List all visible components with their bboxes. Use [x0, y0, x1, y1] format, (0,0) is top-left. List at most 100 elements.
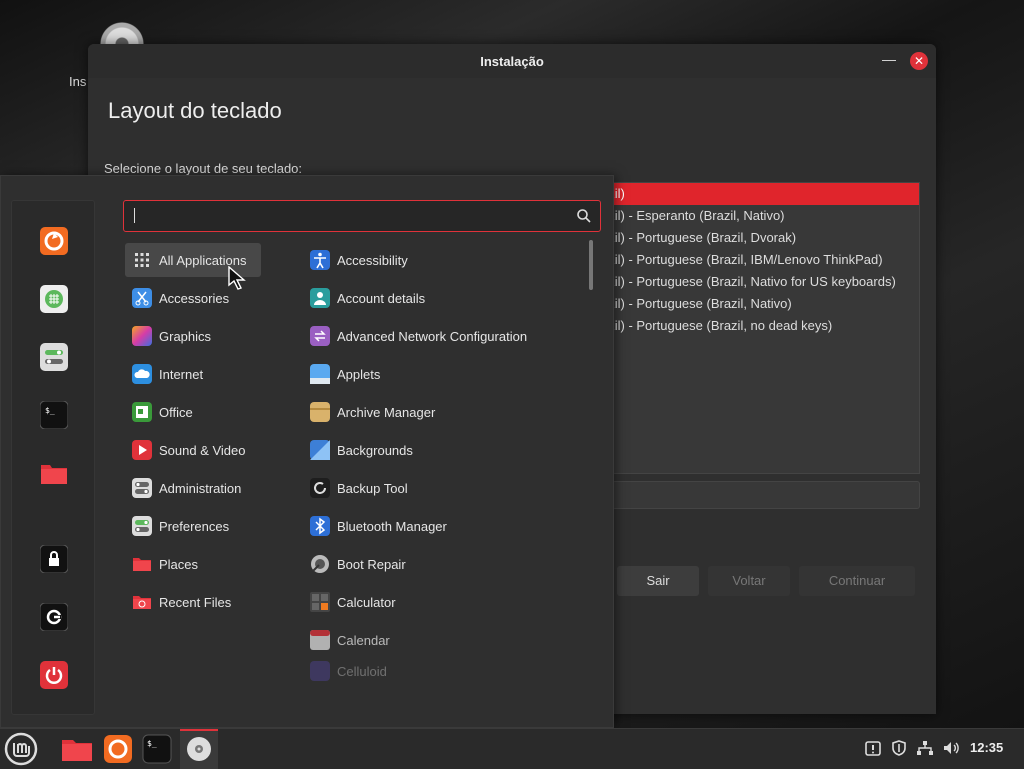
app-calculator[interactable]: Calculator: [303, 585, 396, 619]
category-label: Internet: [159, 366, 204, 382]
back-button[interactable]: Voltar: [708, 566, 790, 596]
calculator-icon: [310, 592, 330, 612]
app-applets[interactable]: Applets: [303, 357, 380, 391]
keyboard-test-input[interactable]: [588, 481, 920, 509]
terminal-icon[interactable]: $_: [140, 732, 174, 766]
page-title: Layout do teclado: [108, 98, 282, 123]
category-label: Graphics: [159, 328, 212, 344]
scrollbar[interactable]: [589, 240, 593, 290]
category-label: Office: [159, 404, 193, 420]
shield-icon[interactable]: [890, 739, 908, 757]
clock[interactable]: 12:35: [970, 740, 1003, 755]
app-bluetooth-manager[interactable]: Bluetooth Manager: [303, 509, 447, 543]
category-administration[interactable]: Administration: [125, 471, 261, 505]
lock-icon[interactable]: [40, 545, 68, 573]
calendar-icon: [310, 630, 330, 650]
settings-icon[interactable]: [40, 343, 68, 371]
mint-menu-icon[interactable]: [4, 732, 38, 766]
category-label: Accessories: [159, 290, 230, 306]
app-celluloid[interactable]: Celluloid: [303, 661, 387, 681]
update-icon[interactable]: [864, 739, 882, 757]
minimize-icon[interactable]: —: [882, 51, 896, 67]
celluloid-icon: [310, 661, 330, 681]
category-internet[interactable]: Internet: [125, 357, 261, 391]
app-label: Calculator: [337, 594, 396, 610]
terminal-icon[interactable]: $_: [40, 401, 68, 429]
logout-icon[interactable]: [40, 603, 68, 631]
folder-icon: [132, 554, 152, 574]
layout-item[interactable]: azil): [589, 183, 919, 205]
document-icon: [132, 402, 152, 422]
installer-disc-icon[interactable]: [182, 732, 216, 766]
continue-button[interactable]: Continuar: [799, 566, 915, 596]
app-backup-tool[interactable]: Backup Tool: [303, 471, 408, 505]
power-icon[interactable]: [40, 661, 68, 689]
favorites-sidebar: $_: [11, 200, 95, 715]
app-label: Applets: [337, 366, 381, 382]
firefox-icon[interactable]: [40, 227, 68, 255]
bluetooth-icon: [310, 516, 330, 536]
layout-item[interactable]: azil) - Portuguese (Brazil, Dvorak): [589, 227, 919, 249]
category-label: Recent Files: [159, 594, 232, 610]
recent-folder-icon: [132, 592, 152, 612]
close-icon[interactable]: ✕: [910, 52, 928, 70]
category-office[interactable]: Office: [125, 395, 261, 429]
taskbar: $_ 12:35: [0, 728, 1024, 769]
category-places[interactable]: Places: [125, 547, 261, 581]
firefox-icon[interactable]: [101, 732, 135, 766]
layout-item[interactable]: azil) - Esperanto (Brazil, Nativo): [589, 205, 919, 227]
layout-item[interactable]: azil) - Portuguese (Brazil, IBM/Lenovo T…: [589, 249, 919, 271]
search-icon: [577, 209, 591, 223]
category-sound-video[interactable]: Sound & Video: [125, 433, 261, 467]
app-label: Calendar: [337, 632, 390, 648]
svg-text:$_: $_: [45, 406, 55, 415]
desktop-icon-label[interactable]: Ins: [69, 74, 86, 89]
app-account-details[interactable]: Account details: [303, 281, 425, 315]
app-label: Archive Manager: [337, 404, 436, 420]
backup-icon: [310, 478, 330, 498]
category-label: Administration: [159, 480, 242, 496]
app-calendar[interactable]: Calendar: [303, 623, 390, 657]
cloud-icon: [132, 364, 152, 384]
category-graphics[interactable]: Graphics: [125, 319, 261, 353]
accessibility-icon: [310, 250, 330, 270]
scissors-icon: [132, 288, 152, 308]
app-boot-repair[interactable]: Boot Repair: [303, 547, 406, 581]
search-input[interactable]: [132, 205, 576, 227]
files-icon[interactable]: [40, 459, 68, 487]
archive-icon: [310, 402, 330, 422]
network-icon[interactable]: [916, 739, 934, 757]
window-title: Instalação: [480, 54, 544, 69]
keyboard-layout-list[interactable]: azil) azil) - Esperanto (Brazil, Nativo)…: [588, 182, 920, 474]
app-label: Accessibility: [337, 252, 408, 268]
app-backgrounds[interactable]: Backgrounds: [303, 433, 413, 467]
category-preferences[interactable]: Preferences: [125, 509, 261, 543]
app-label: Advanced Network Configuration: [337, 328, 528, 344]
app-label: Backgrounds: [337, 442, 413, 458]
category-recent-files[interactable]: Recent Files: [125, 585, 261, 619]
quit-button[interactable]: Sair: [617, 566, 699, 596]
mouse-cursor-icon: [228, 266, 246, 290]
application-menu: $_ All Applications Accessories Graphics: [0, 175, 614, 728]
app-archive-manager[interactable]: Archive Manager: [303, 395, 435, 429]
app-advanced-network-configuration[interactable]: Advanced Network Configuration: [303, 319, 527, 353]
window-titlebar[interactable]: Instalação — ✕: [88, 44, 936, 78]
toggles-icon: [132, 478, 152, 498]
app-label: Account details: [337, 290, 426, 306]
grid-icon: [132, 250, 152, 270]
layout-prompt: Selecione o layout de seu teclado:: [104, 161, 303, 176]
software-manager-icon[interactable]: [40, 285, 68, 313]
toggles-icon: [132, 516, 152, 536]
app-label: Backup Tool: [337, 480, 408, 496]
app-label: Bluetooth Manager: [337, 518, 447, 534]
files-icon[interactable]: [60, 732, 94, 766]
app-accessibility[interactable]: Accessibility: [303, 243, 408, 277]
layout-item[interactable]: azil) - Portuguese (Brazil, Nativo): [589, 293, 919, 315]
boot-repair-icon: [310, 554, 330, 574]
layout-item[interactable]: azil) - Portuguese (Brazil, Nativo for U…: [589, 271, 919, 293]
palette-icon: [132, 326, 152, 346]
volume-icon[interactable]: [942, 739, 960, 757]
search-box[interactable]: [123, 200, 601, 232]
layout-item[interactable]: azil) - Portuguese (Brazil, no dead keys…: [589, 315, 919, 337]
category-label: Preferences: [159, 518, 230, 534]
